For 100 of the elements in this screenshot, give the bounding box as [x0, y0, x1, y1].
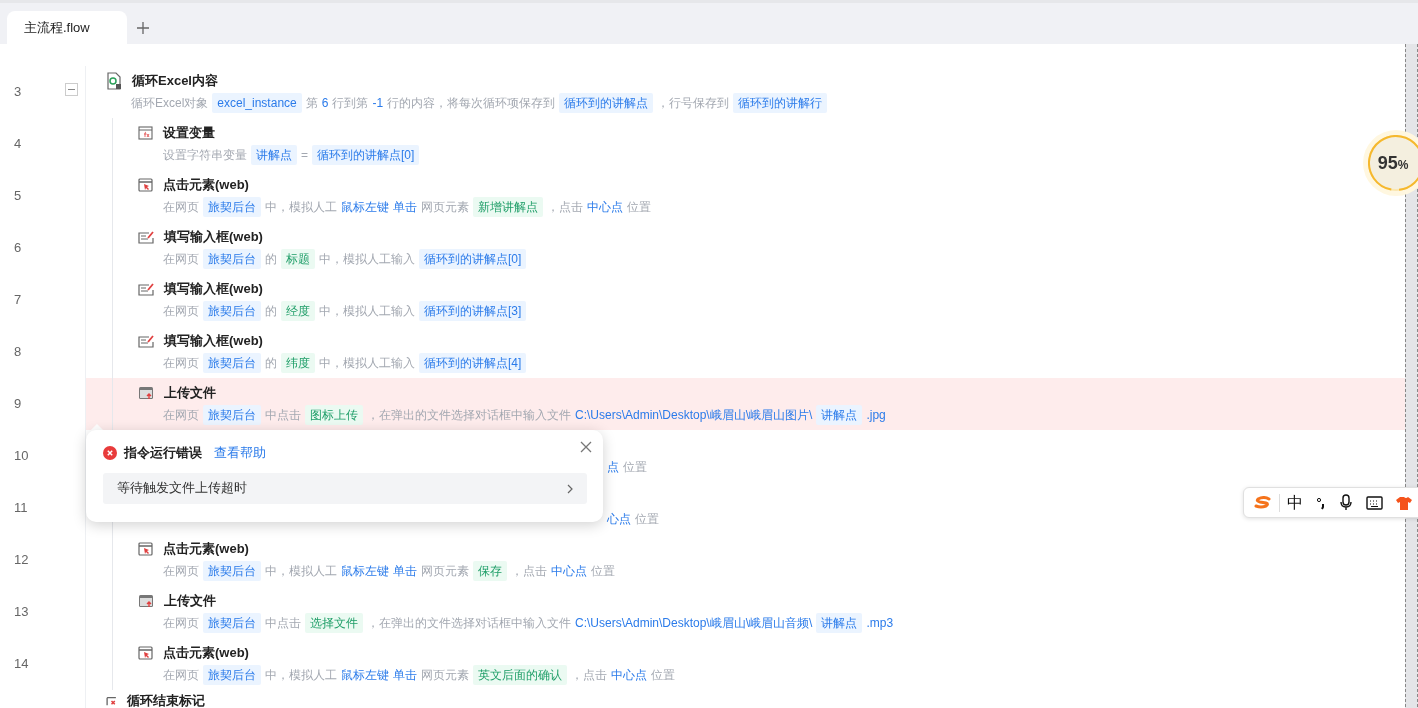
- step-title: 填写输入框(web): [164, 228, 263, 247]
- step-title: 填写输入框(web): [164, 332, 263, 351]
- description-text: 中，模拟人工输入: [319, 251, 415, 268]
- chevron-right-icon: [567, 483, 573, 494]
- help-link[interactable]: 查看帮助: [214, 443, 266, 463]
- step-title: 填写输入框(web): [164, 280, 263, 299]
- form-pencil-icon: [138, 282, 154, 296]
- step-row[interactable]: 填写输入框(web) 在网页 旅契后台 的 标题 中，模拟人工输入 循环到的讲解点[0]: [113, 222, 527, 274]
- variable-chip: 循环到的讲解行: [733, 93, 828, 113]
- step-row[interactable]: 设置变量 设置字符串变量 讲解点 = 循环到的讲解点[0]: [113, 118, 420, 170]
- description-text: 在网页: [163, 303, 199, 320]
- error-step-row[interactable]: 上传文件 在网页 旅契后台 中点击 图标上传 ，在弹出的文件选择对话框中输入文件 C:\Users\Admin\Desktop\峨眉山\峨眉山图片\ 讲解点 .jpg: [86, 378, 1405, 430]
- add-tab-icon[interactable]: [136, 21, 150, 35]
- step-row[interactable]: 填写输入框(web) 在网页 旅契后台 的 纬度 中，模拟人工输入 循环到的讲解点[4]: [113, 326, 527, 378]
- element-chip: 英文后面的确认: [473, 665, 567, 685]
- description-text: ，行号保存到: [657, 95, 730, 112]
- error-icon: [103, 446, 117, 460]
- step-title: 设置变量: [163, 124, 215, 143]
- error-title: 指令运行错误: [124, 444, 202, 463]
- form-pencil-icon: [138, 334, 154, 348]
- variable-chip: 旅契后台: [203, 249, 261, 269]
- parameter-value: 点: [607, 459, 619, 476]
- variable-chip: excel_instance: [212, 93, 302, 113]
- step-title: 循环Excel内容: [132, 72, 218, 91]
- line-number: 9: [14, 395, 22, 414]
- line-number: 11: [14, 499, 28, 518]
- line-number: 7: [14, 291, 22, 310]
- description-text: 循环Excel对象: [131, 95, 209, 112]
- description-text: 中，模拟人工: [265, 563, 337, 580]
- description-text: 位置: [651, 667, 675, 684]
- punctuation-icon[interactable]: [1316, 495, 1326, 510]
- description-text: 在网页: [163, 251, 199, 268]
- variable-chip: 旅契后台: [203, 353, 261, 373]
- description-text: ，点击: [547, 199, 583, 216]
- progress-value: 95%: [1377, 154, 1409, 172]
- element-chip: 保存: [473, 561, 507, 581]
- form-pencil-icon: [138, 230, 154, 244]
- description-text: 在网页: [163, 563, 199, 580]
- step-row[interactable]: 上传文件 在网页 旅契后台 中点击 选择文件 ，在弹出的文件选择对话框中输入文件 C:\Users\Admin\Desktop\峨眉山\峨眉山音频\ 讲解点 .mp3: [113, 586, 894, 638]
- step-title: 点击元素(web): [163, 176, 249, 195]
- description-text: ，点击: [511, 563, 547, 580]
- parameter-value: 中心点: [551, 563, 587, 580]
- element-chip: 选择文件: [305, 613, 363, 633]
- description-text: 网页元素: [421, 563, 469, 580]
- step-row[interactable]: 填写输入框(web) 在网页 旅契后台 的 经度 中，模拟人工输入 循环到的讲解点[3]: [113, 274, 527, 326]
- description-text: 行到第: [332, 95, 369, 112]
- loop-end-icon: [106, 696, 117, 706]
- description-text: 中点击: [265, 615, 301, 632]
- element-chip: 标题: [281, 249, 315, 269]
- s-logo-icon[interactable]: [1254, 495, 1272, 510]
- file-tab[interactable]: 主流程.flow: [7, 11, 127, 44]
- description-text: 中，模拟人工输入: [319, 303, 415, 320]
- description-text: ，在弹出的文件选择对话框中输入文件: [367, 615, 571, 632]
- collapse-toggle[interactable]: [65, 83, 78, 96]
- close-icon[interactable]: [580, 441, 592, 453]
- line-number: 13: [14, 603, 29, 622]
- parameter-value: 鼠标左键: [341, 199, 389, 216]
- browser-cursor-icon: [138, 178, 153, 192]
- description-text: 的: [265, 355, 277, 372]
- variable-chip: 旅契后台: [203, 665, 261, 685]
- description-text: ，在弹出的文件选择对话框中输入文件: [367, 407, 571, 424]
- line-number: 6: [14, 239, 22, 258]
- document-cycle-icon: [106, 72, 122, 90]
- description-text: 中，模拟人工输入: [319, 355, 415, 372]
- step-row[interactable]: 循环结束标记: [86, 690, 205, 708]
- variable-chip: 旅契后台: [203, 197, 261, 217]
- step-row[interactable]: 点击元素(web) 在网页 旅契后台 中，模拟人工 鼠标左键 单击 网页元素 保存 ，点击 中心点 位置: [113, 534, 615, 586]
- line-number: 5: [14, 187, 22, 206]
- error-detail-row[interactable]: 等待触发文件上传超时: [103, 473, 587, 504]
- step-title: 循环结束标记: [127, 692, 205, 708]
- window-upload-icon: [138, 594, 154, 608]
- parameter-value: 6: [321, 95, 329, 112]
- parameter-value: .mp3: [866, 615, 894, 632]
- description-text: 设置字符串变量: [163, 147, 247, 164]
- description-text: 网页元素: [421, 667, 469, 684]
- shirt-icon[interactable]: [1396, 495, 1412, 510]
- step-row[interactable]: 循环Excel内容 循环Excel对象 excel_instance 第 6 行到第 -1 行的内容，将每次循环项保存到 循环到的讲解点 ，行号保存到 循环到的讲解行: [86, 66, 828, 118]
- description-text: 第: [305, 95, 318, 112]
- parameter-value: 单击: [393, 199, 417, 216]
- parameter-value: 单击: [393, 667, 417, 684]
- input-mode[interactable]: 中: [1287, 490, 1303, 515]
- description-text: ，点击: [571, 667, 607, 684]
- parameter-value: 鼠标左键: [341, 667, 389, 684]
- description-text: 在网页: [163, 615, 199, 632]
- step-row[interactable]: 点击元素(web) 在网页 旅契后台 中，模拟人工 鼠标左键 单击 网页元素 英文后面的确认 ，点击 中心点 位置: [113, 638, 675, 690]
- step-title: 点击元素(web): [163, 540, 249, 559]
- element-chip: 纬度: [281, 353, 315, 373]
- step-title: 上传文件: [164, 384, 216, 403]
- step-title: 点击元素(web): [163, 644, 249, 663]
- description-text: 在网页: [163, 199, 199, 216]
- variable-chip: 循环到的讲解点[3]: [419, 301, 527, 321]
- step-row[interactable]: 点击元素(web) 在网页 旅契后台 中，模拟人工 鼠标左键 单击 网页元素 新增讲解点 ，点击 中心点 位置: [113, 170, 651, 222]
- element-chip: 新增讲解点: [473, 197, 543, 217]
- keyboard-icon[interactable]: [1366, 495, 1383, 510]
- parameter-value: 单击: [393, 563, 417, 580]
- description-text: 的: [265, 303, 277, 320]
- microphone-icon[interactable]: [1339, 494, 1353, 511]
- parameter-value: .jpg: [866, 407, 886, 424]
- description-text: 网页元素: [421, 199, 469, 216]
- function-box-icon: [138, 126, 153, 140]
